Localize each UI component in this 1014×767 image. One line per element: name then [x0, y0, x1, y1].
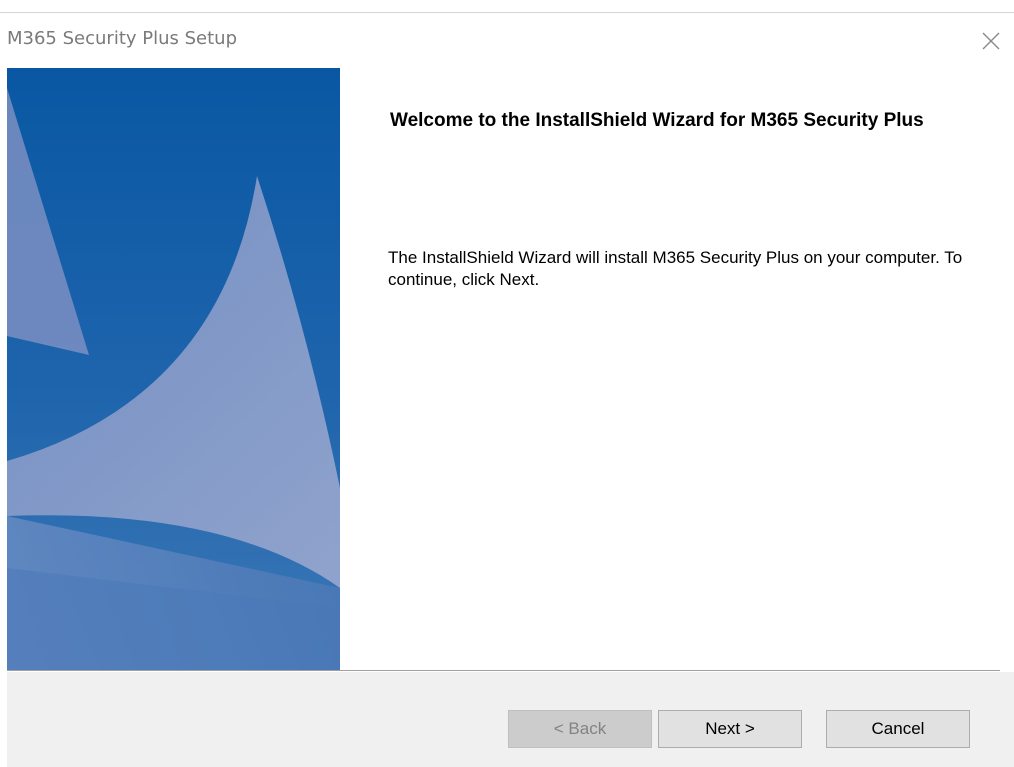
setup-window: M365 Security Plus Setup Welcome to the … — [0, 0, 1014, 767]
next-button[interactable]: Next > — [658, 710, 802, 748]
close-button[interactable] — [968, 13, 1014, 68]
close-icon — [982, 32, 1000, 49]
window-title: M365 Security Plus Setup — [7, 28, 238, 49]
wizard-content: Welcome to the InstallShield Wizard for … — [340, 68, 1014, 670]
title-bar[interactable]: M365 Security Plus Setup — [0, 13, 1014, 68]
cancel-button[interactable]: Cancel — [826, 710, 970, 748]
back-button[interactable]: < Back — [508, 710, 652, 748]
welcome-description: The InstallShield Wizard will install M3… — [388, 248, 963, 289]
wizard-banner-image — [7, 68, 340, 670]
sail-graphic — [7, 68, 340, 670]
welcome-heading: Welcome to the InstallShield Wizard for … — [390, 110, 924, 131]
